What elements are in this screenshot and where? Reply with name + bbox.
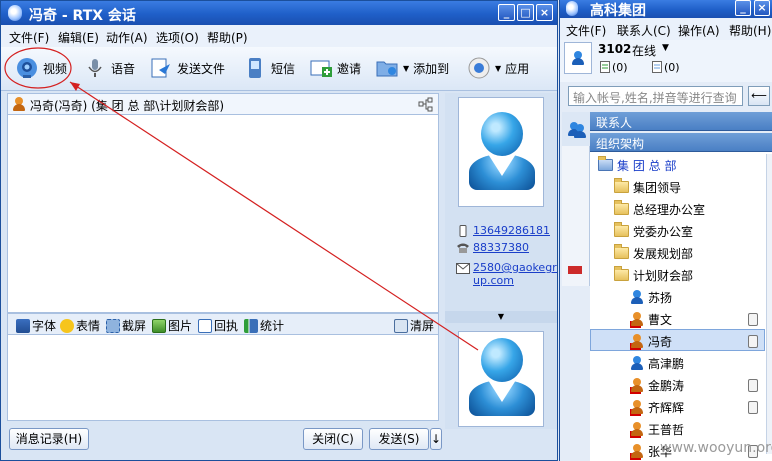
annotation-arrow-line bbox=[69, 81, 479, 351]
annotation-overlay bbox=[4, 47, 479, 351]
annotation-arrowhead bbox=[70, 82, 80, 91]
annotation-circle bbox=[4, 47, 72, 89]
watermark: www.wooyun.org bbox=[660, 440, 772, 456]
